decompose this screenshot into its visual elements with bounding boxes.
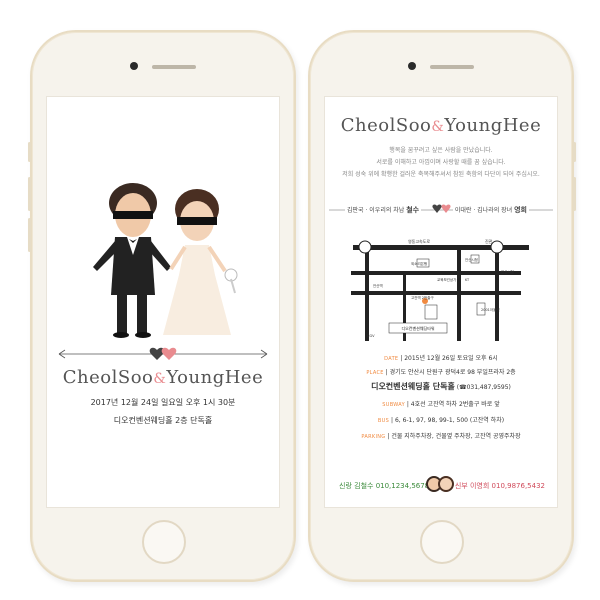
speaker-icon — [152, 65, 196, 69]
date-info: DATE | 2015년 12월 26일 토요일 오후 6시 — [384, 355, 498, 362]
heart-icon — [432, 204, 451, 213]
side-button — [28, 142, 31, 162]
svg-text:안산역: 안산역 — [373, 283, 383, 288]
bride-family: 이대란 · 김나라의 장녀 영희 — [452, 205, 529, 215]
svg-text:영동고속도로: 영동고속도로 — [408, 238, 430, 244]
svg-text:진관: 진관 — [485, 238, 493, 244]
svg-text:2001아울렛: 2001아울렛 — [481, 307, 500, 312]
svg-text:디오컨벤션웨딩타워: 디오컨벤션웨딩타워 — [401, 325, 434, 331]
svg-text:안산시청: 안산시청 — [501, 269, 514, 274]
svg-text:외소리은행: 외소리은행 — [411, 261, 427, 266]
location-map[interactable]: 영동고속도로 진관 안산역 외소리은행 교육보건상가 KT 안산시청 안산시청 … — [345, 233, 537, 345]
speaker-icon — [430, 65, 474, 69]
couple-illustration — [93, 183, 238, 338]
parking-info: PARKING | 건물 지하주차장, 건물옆 주차장, 고잔역 공영주차장 — [361, 433, 521, 440]
phone-left: CheolSoo&YoungHee 2017년 12월 24일 일요일 오후 1… — [28, 30, 296, 582]
invitation-cover-screen: CheolSoo&YoungHee 2017년 12월 24일 일요일 오후 1… — [46, 96, 280, 508]
invitation-message: 행복을 꿈꾸려고 싶은 사람을 만났습니다. 서로를 이해하고 아낌이며 사랑할… — [342, 147, 540, 178]
place-info: PLACE | 경기도 안산시 단원구 광덕4로 98 부일프라자 2층 — [366, 369, 516, 376]
phone-right: CheolSoo&YoungHee 행복을 꿈꾸려고 싶은 사람을 만났습니다.… — [308, 30, 576, 582]
couple-title: CheolSoo&YoungHee — [340, 115, 542, 136]
couple-avatar — [426, 476, 454, 492]
bride-contact[interactable]: 신부 이영희 010,9876,5432 — [455, 481, 545, 491]
wedding-venue: 디오컨벤션웨딩홀 2층 단독홀 — [113, 416, 213, 425]
svg-text:고잔역 2번출구: 고잔역 2번출구 — [411, 295, 434, 300]
svg-text:교육보건상가: 교육보건상가 — [437, 277, 457, 282]
home-button-icon[interactable] — [420, 520, 464, 564]
side-button — [573, 142, 576, 162]
svg-text:안산시청: 안산시청 — [465, 257, 478, 262]
volume-button — [28, 177, 31, 211]
wedding-datetime: 2017년 12월 24일 일요일 오후 1시 30분 — [90, 398, 236, 407]
couple-title: CheolSoo&YoungHee — [62, 367, 264, 388]
invitation-details-screen: CheolSoo&YoungHee 행복을 꿈꾸려고 싶은 사람을 만났습니다.… — [324, 96, 558, 508]
subway-info: SUBWAY | 4호선 고잔역 하차 2번출구 바로 앞 — [382, 401, 500, 408]
groom-contact[interactable]: 신랑 김철수 010,1234,5678 — [339, 481, 429, 491]
place-name: 디오컨벤션웨딩홀 단독홀 (☎031,487,9595) — [371, 382, 511, 391]
home-button-icon[interactable] — [142, 520, 186, 564]
power-button — [573, 177, 576, 211]
heart-icon — [161, 347, 177, 360]
groom-family: 김판국 · 이우리의 차남 철수 — [345, 205, 422, 215]
bus-info: BUS | 6, 6-1, 97, 98, 99-1, 500 (고잔역 하차) — [377, 417, 505, 424]
contact-row: 신랑 김철수 010,1234,5678 신부 이영희 010,9876,543… — [325, 475, 557, 495]
camera-icon — [408, 62, 416, 70]
camera-icon — [130, 62, 138, 70]
family-row: 김판국 · 이우리의 차남 철수 이대란 · 김나라의 장녀 영희 — [329, 201, 553, 217]
svg-text:CGV: CGV — [367, 334, 375, 338]
volume-button — [28, 218, 31, 252]
arrow-divider — [58, 347, 268, 360]
